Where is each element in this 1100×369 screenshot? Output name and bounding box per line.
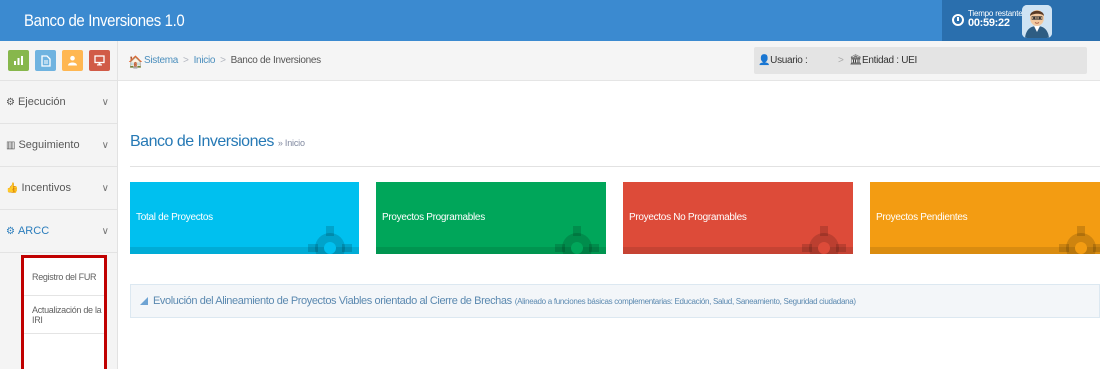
card-label: Proyectos No Programables — [629, 212, 747, 223]
cog-icon — [802, 226, 846, 254]
card-label: Total de Proyectos — [136, 212, 213, 223]
shortcut-users-button[interactable] — [62, 50, 83, 71]
shortcut-chart-button[interactable] — [8, 50, 29, 71]
page-subtitle: » Inicio — [277, 138, 305, 148]
bank-icon: 🏛 — [849, 55, 863, 66]
avatar-icon — [1022, 5, 1052, 38]
divider — [130, 166, 1100, 167]
card-total-proyectos[interactable]: Total de Proyectos — [130, 182, 359, 254]
cogs-icon: ⚙ — [6, 225, 15, 237]
breadcrumb-item-current: Banco de Inversiones — [230, 55, 321, 66]
file-icon — [40, 54, 51, 67]
user-icon: 👤 — [758, 55, 771, 66]
breadcrumb-item-inicio[interactable]: Inicio — [194, 55, 216, 66]
cog-icon — [1059, 226, 1100, 254]
chart-subtitle: (Alineado a funciones básicas complement… — [514, 296, 856, 306]
timer-value: 00:59:22 — [968, 17, 1010, 30]
thumbs-up-icon: 👍 — [6, 182, 19, 194]
cog-icon — [555, 226, 599, 254]
shortcut-file-button[interactable] — [35, 50, 56, 71]
card-label: Proyectos Pendientes — [876, 212, 968, 223]
user-avatar[interactable] — [1022, 5, 1052, 38]
submenu-item-actualizacion-iri[interactable]: Actualización de la IRI — [24, 296, 104, 334]
chevron-down-icon: ∨ — [101, 225, 109, 237]
card-proyectos-no-programables[interactable]: Proyectos No Programables — [623, 182, 853, 254]
sidebar-item-ejecucion[interactable]: ⚙ Ejecución ∨ — [0, 81, 117, 124]
user-label: 👤Usuario : — [758, 55, 808, 66]
app-title: Banco de Inversiones 1.0 — [24, 10, 185, 30]
chart-section-header: Evolución del Alineamiento de Proyectos … — [130, 284, 1100, 318]
submenu-item-registro-fur[interactable]: Registro del FUR — [24, 258, 104, 296]
clock-icon — [952, 13, 964, 26]
page-header: Banco de Inversiones » Inicio — [118, 81, 1100, 162]
sidebar-shortcuts — [0, 41, 117, 81]
brand[interactable]: Banco de Inversiones 1.0 — [0, 0, 200, 41]
sidebar-item-label: ARCC — [17, 225, 50, 237]
entity-label: > 🏛Entidad : UEI — [838, 55, 917, 66]
sidebar-item-incentivos[interactable]: 👍 Incentivos ∨ — [0, 167, 117, 210]
sidebar-item-label: Ejecución — [17, 96, 66, 108]
session-timer: Tiempo restante 00:59:22 — [952, 9, 1023, 30]
bar-chart-icon: ▥ — [6, 139, 16, 151]
sidebar-item-label: Incentivos — [21, 182, 71, 194]
chevron-down-icon: ∨ — [101, 96, 109, 108]
chart-icon — [14, 56, 23, 65]
page-title: Banco de Inversiones » Inicio — [130, 133, 305, 150]
sidebar-item-seguimiento[interactable]: ▥ Seguimiento ∨ — [0, 124, 117, 167]
breadcrumb: 🏠 Sistema > Inicio > Banco de Inversiones 👤U… — [118, 41, 1100, 81]
cog-icon — [308, 226, 352, 254]
card-label: Proyectos Programables — [382, 212, 485, 223]
home-icon[interactable]: 🏠 — [128, 55, 143, 69]
users-icon — [68, 55, 77, 66]
sidebar-item-arcc[interactable]: ⚙ ARCC ∨ — [0, 210, 117, 253]
sidebar-item-label: Seguimiento — [18, 139, 80, 151]
cog-icon: ⚙ — [6, 96, 15, 108]
breadcrumb-item-sistema[interactable]: Sistema — [144, 55, 178, 66]
desktop-icon — [94, 55, 105, 66]
user-info-box: 👤Usuario : > 🏛Entidad : UEI — [754, 47, 1087, 74]
chevron-down-icon: ∨ — [101, 139, 109, 151]
chevron-down-icon: ∨ — [101, 182, 109, 194]
shortcut-desktop-button[interactable] — [89, 50, 110, 71]
card-proyectos-pendientes[interactable]: Proyectos Pendientes — [870, 182, 1100, 254]
card-proyectos-programables[interactable]: Proyectos Programables — [376, 182, 606, 254]
chart-title: Evolución del Alineamiento de Proyectos … — [153, 295, 512, 307]
arcc-submenu: Registro del FUR Actualización de la IRI — [21, 255, 107, 369]
signal-icon — [140, 297, 148, 305]
top-navbar: Banco de Inversiones 1.0 Tiempo restante… — [0, 0, 1100, 41]
